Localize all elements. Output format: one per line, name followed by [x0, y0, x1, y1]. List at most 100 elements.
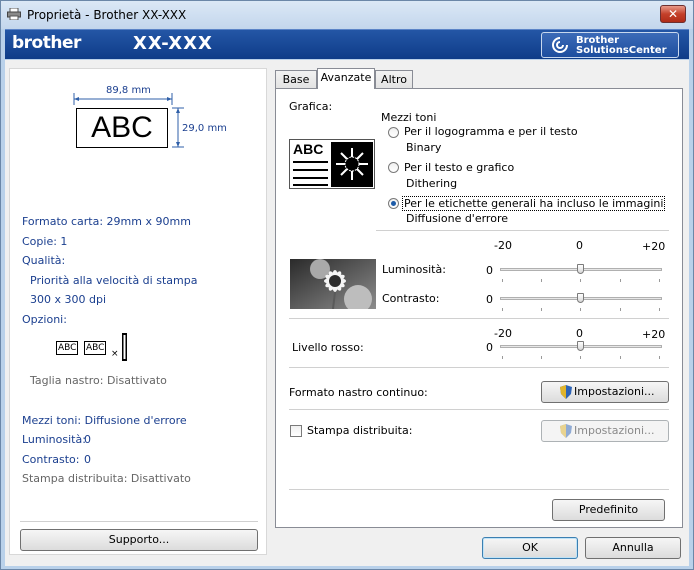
brightness-summary-label: Luminosità: [22, 433, 86, 446]
tick [502, 279, 503, 282]
tab-base[interactable]: Base [275, 70, 317, 88]
distributed-settings-label: Impostazioni... [574, 424, 655, 437]
summary-panel: 89,8 mm ABC 29,0 mm Formato carta: 29mm … [9, 68, 267, 555]
label-height: 29,0 mm [182, 123, 227, 134]
contrast-summary-label: Contrasto: [22, 453, 80, 466]
red-level-slider-thumb[interactable] [577, 341, 584, 351]
halftone-divider [376, 230, 669, 231]
scale-min: -20 [494, 239, 512, 252]
brightness-label: Luminosità: [382, 263, 446, 276]
red-scale-mid: 0 [576, 327, 583, 340]
printer-icon [7, 8, 21, 20]
svg-text:×: × [111, 349, 119, 359]
close-button[interactable]: ✕ [660, 5, 686, 23]
summary-divider [20, 521, 258, 522]
tick [620, 308, 621, 311]
continuous-tape-settings-label: Impostazioni... [574, 385, 655, 398]
tick [541, 279, 542, 282]
quality-label: Qualità: [22, 254, 66, 267]
label-preview: ABC [76, 108, 168, 148]
tick [659, 279, 660, 282]
red-divider [289, 367, 669, 368]
window-title: Proprietà - Brother XX-XXX [27, 8, 187, 22]
default-button[interactable]: Predefinito [552, 499, 665, 521]
tick [659, 356, 660, 359]
graphics-label: Grafica: [289, 100, 333, 113]
solutions-center-icon [552, 37, 568, 53]
resolution: 300 x 300 dpi [30, 293, 107, 306]
tick [580, 308, 581, 311]
halftone-error-diffusion-desc: Diffusione d'errore [406, 212, 508, 225]
advanced-tab-panel: Grafica: Mezzi toni ABC Per il logogramm… [275, 88, 683, 528]
red-scale-max: +20 [642, 328, 666, 341]
halftone-error-diffusion-radio[interactable] [388, 198, 399, 209]
contrast-label: Contrasto: [382, 292, 440, 305]
model-name: XX-XXX [133, 33, 213, 54]
quality-value: Priorità alla velocità di stampa [30, 274, 198, 287]
tick [541, 356, 542, 359]
red-level-value: 0 [486, 341, 493, 354]
halftone-binary-label[interactable]: Per il logogramma e per il testo [404, 125, 578, 138]
tick [659, 308, 660, 311]
halftone-preview-graphic [293, 142, 373, 187]
halftone-dithering-desc: Dithering [406, 177, 458, 190]
shield-icon [560, 385, 572, 399]
distributed-settings-button[interactable]: Impostazioni... [541, 420, 669, 442]
distributed-print-checkbox[interactable] [290, 425, 302, 437]
halftone-summary: Mezzi toni: Diffusione d'errore [22, 414, 187, 427]
title-bar: Proprietà - Brother XX-XXX ✕ [1, 1, 693, 29]
contrast-slider-thumb[interactable] [577, 293, 584, 303]
option-tag-1: ABC [56, 341, 79, 355]
brother-logo: brother [12, 33, 81, 53]
contrast-summary-value: 0 [84, 453, 91, 466]
brightness-value: 0 [486, 264, 493, 277]
tick [620, 356, 621, 359]
brand-bar: brother XX-XXX Brother SolutionsCenter [5, 29, 689, 59]
red-scale-min: -20 [494, 327, 512, 340]
halftone-dithering-label[interactable]: Per il testo e grafico [404, 161, 514, 174]
tab-advanced[interactable]: Avanzate [317, 68, 375, 89]
properties-window: Proprietà - Brother XX-XXX ✕ brother XX-… [0, 0, 694, 570]
brightness-slider-thumb[interactable] [577, 264, 584, 274]
support-button[interactable]: Supporto... [20, 529, 258, 551]
distributed-print-label[interactable]: Stampa distribuita: [307, 424, 412, 437]
brightness-summary-value: 0 [84, 433, 91, 446]
label-width: 89,8 mm [106, 85, 151, 96]
paper-size: Formato carta: 29mm x 90mm [22, 215, 191, 228]
copies: Copie: 1 [22, 235, 68, 248]
halftone-binary-radio[interactable] [388, 127, 399, 138]
contrast-value: 0 [486, 293, 493, 306]
shield-icon [560, 424, 572, 438]
tick [502, 356, 503, 359]
distributed-summary: Stampa distribuita: Disattivato [22, 472, 191, 485]
halftone-error-diffusion-label[interactable]: Per le etichette generali ha incluso le … [402, 196, 666, 211]
option-tag-2: ABC [84, 341, 107, 355]
halftone-preview: ABC [289, 139, 375, 189]
tick [541, 308, 542, 311]
tab-other[interactable]: Altro [375, 70, 413, 88]
tape-divider [289, 409, 669, 410]
ok-button[interactable]: OK [482, 537, 578, 559]
options-label: Opzioni: [22, 313, 67, 326]
cut-setting: Taglia nastro: Disattivato [30, 374, 167, 387]
adjust-divider [289, 318, 669, 319]
halftone-dithering-radio[interactable] [388, 162, 399, 173]
tick [580, 279, 581, 282]
scale-max: +20 [642, 240, 666, 253]
solutions-center-button[interactable]: Brother SolutionsCenter [541, 32, 679, 58]
halftone-group-label: Mezzi toni [381, 111, 437, 124]
sunflower-photo [290, 259, 376, 309]
tick [502, 308, 503, 311]
dialog-body: 89,8 mm ABC 29,0 mm Formato carta: 29mm … [5, 60, 689, 566]
tick [620, 279, 621, 282]
continuous-tape-settings-button[interactable]: Impostazioni... [541, 381, 669, 403]
solutions-center-label: Brother SolutionsCenter [576, 35, 667, 56]
cut-marker-icon: × [111, 333, 127, 361]
halftone-binary-desc: Binary [406, 141, 442, 154]
scale-mid: 0 [576, 239, 583, 252]
tick [580, 356, 581, 359]
continuous-tape-label: Formato nastro continuo: [289, 386, 428, 399]
cancel-button[interactable]: Annulla [585, 537, 681, 559]
bottom-divider [289, 489, 669, 490]
red-level-label: Livello rosso: [292, 341, 364, 354]
